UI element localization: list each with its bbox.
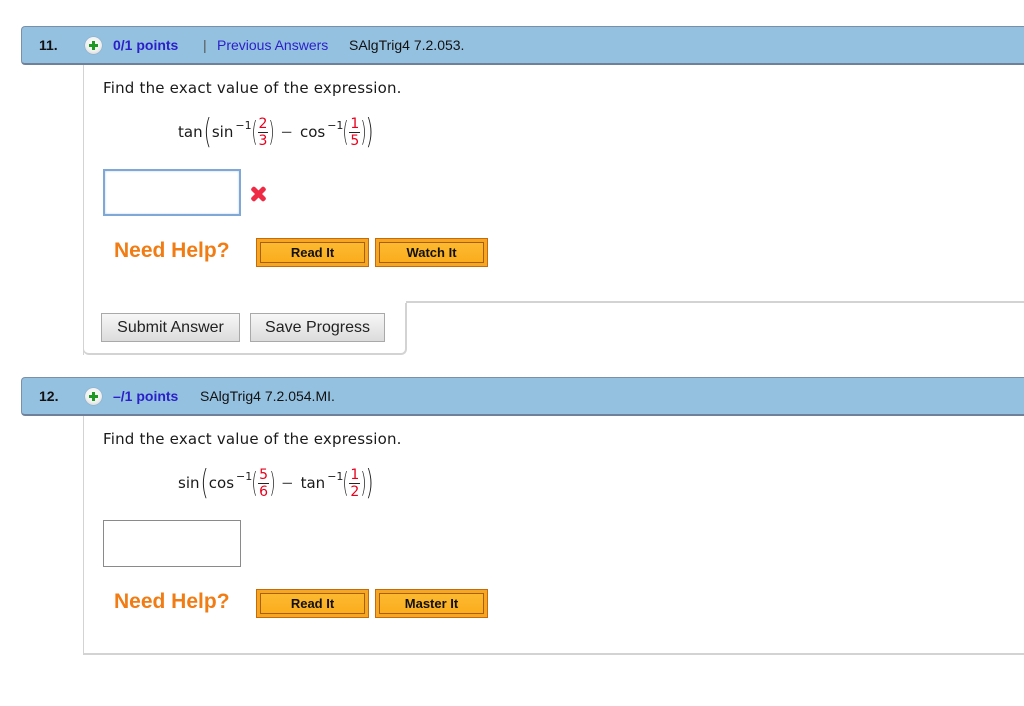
- read-it-button[interactable]: Read It: [256, 238, 369, 267]
- submit-answer-button[interactable]: Submit Answer: [101, 313, 240, 342]
- divider: [406, 301, 1024, 303]
- question-header: 11. 0/1 points | Previous Answers SAlgTr…: [21, 26, 1024, 65]
- fraction-1: 2 3: [257, 115, 269, 149]
- paren: (: [342, 115, 349, 148]
- master-it-button[interactable]: Master It: [375, 589, 488, 618]
- need-help-label: Need Help?: [114, 239, 230, 262]
- inner-function-1: cos: [208, 474, 235, 492]
- points-label[interactable]: –/1 points: [113, 388, 178, 404]
- fraction-1: 5 6: [258, 466, 270, 500]
- incorrect-x-icon: [249, 185, 267, 203]
- math-expression: tan ( sin −1 ( 2 3 ) − cos −1 ( 1 5 ) ): [177, 110, 374, 154]
- question-code: SAlgTrig4 7.2.053.: [349, 37, 465, 53]
- denominator: 6: [259, 483, 269, 500]
- question-header: 12. –/1 points SAlgTrig4 7.2.054.MI.: [21, 377, 1024, 416]
- numerator: 2: [257, 115, 269, 133]
- inverse-exponent: −1: [327, 469, 344, 483]
- outer-function: sin: [178, 474, 200, 492]
- paren: (: [200, 463, 209, 503]
- paren: (: [251, 115, 258, 148]
- points-label[interactable]: 0/1 points: [113, 37, 178, 53]
- previous-answers-link[interactable]: Previous Answers: [217, 37, 328, 53]
- minus-operator: −: [280, 123, 293, 141]
- inverse-exponent: −1: [235, 118, 252, 132]
- watch-it-button[interactable]: Watch It: [375, 238, 488, 267]
- paren: (: [342, 466, 349, 499]
- paren: ): [365, 463, 374, 503]
- inverse-exponent: −1: [236, 469, 253, 483]
- need-help-label: Need Help?: [114, 590, 230, 613]
- expand-plus-icon[interactable]: [85, 37, 102, 54]
- paren: (: [251, 466, 258, 499]
- math-expression: sin ( cos −1 ( 5 6 ) − tan −1 ( 1 2 ) ): [177, 461, 374, 505]
- denominator: 5: [350, 132, 360, 149]
- inner-function-2: cos: [299, 123, 326, 141]
- paren: ): [269, 466, 276, 499]
- separator: |: [203, 37, 207, 53]
- expand-plus-icon[interactable]: [85, 388, 102, 405]
- paren: ): [365, 112, 374, 152]
- save-progress-button[interactable]: Save Progress: [250, 313, 385, 342]
- question-prompt: Find the exact value of the expression.: [103, 79, 402, 97]
- question-number: 11.: [39, 37, 58, 53]
- numerator: 5: [258, 466, 270, 484]
- paren: ): [268, 115, 275, 148]
- read-it-button[interactable]: Read It: [256, 589, 369, 618]
- numerator: 1: [349, 115, 361, 133]
- denominator: 2: [350, 483, 360, 500]
- inner-function-2: tan: [300, 474, 326, 492]
- question-prompt: Find the exact value of the expression.: [103, 430, 402, 448]
- minus-operator: −: [281, 474, 294, 492]
- fraction-2: 1 2: [349, 466, 361, 500]
- fraction-2: 1 5: [349, 115, 361, 149]
- numerator: 1: [349, 466, 361, 484]
- denominator: 3: [258, 132, 268, 149]
- inner-function-1: sin: [211, 123, 234, 141]
- outer-function: tan: [178, 123, 203, 141]
- inverse-exponent: −1: [327, 118, 344, 132]
- question-number: 12.: [39, 388, 59, 404]
- question-code: SAlgTrig4 7.2.054.MI.: [200, 388, 335, 404]
- paren: (: [203, 112, 212, 152]
- answer-input[interactable]: [103, 520, 241, 567]
- answer-input[interactable]: [103, 169, 241, 216]
